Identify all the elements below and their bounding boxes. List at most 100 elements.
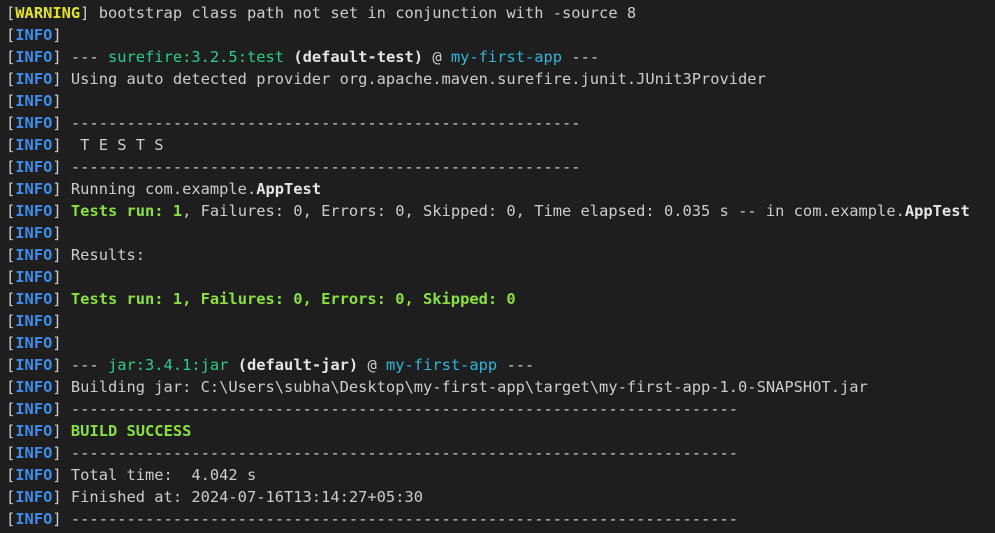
log-level-info: INFO — [15, 224, 53, 242]
status-text: BUILD SUCCESS — [70, 422, 192, 440]
terminal-line: [INFO] — [6, 222, 995, 244]
log-level-info: INFO — [15, 48, 53, 66]
log-text: ] Running com.example. — [52, 180, 257, 198]
log-text: [ — [6, 488, 16, 506]
log-text: ] --- — [52, 48, 108, 66]
emphasis-text: AppTest — [904, 202, 970, 220]
emphasis-text: AppTest — [256, 180, 322, 198]
log-text: ] — [52, 224, 62, 242]
plugin-goal: jar:3.4.1:jar — [107, 356, 229, 374]
terminal-line: [INFO] Using auto detected provider org.… — [6, 68, 995, 90]
log-text: [ — [6, 202, 16, 220]
terminal-line: [INFO] — [6, 332, 995, 354]
terminal-line: [INFO] --- jar:3.4.1:jar (default-jar) @… — [6, 354, 995, 376]
project-name: my-first-app — [386, 356, 498, 374]
log-level-info: INFO — [15, 114, 53, 132]
emphasis-text: (default-jar) — [237, 356, 359, 374]
log-level-info: INFO — [15, 510, 53, 528]
log-level-info: INFO — [15, 488, 53, 506]
log-text: [ — [6, 224, 16, 242]
log-text: [ — [6, 378, 16, 396]
terminal-line: [INFO] Tests run: 1, Failures: 0, Errors… — [6, 288, 995, 310]
log-level-info: INFO — [15, 444, 53, 462]
log-text: [ — [6, 180, 16, 198]
terminal-line: [INFO] BUILD SUCCESS — [6, 420, 995, 442]
log-text: [ — [6, 444, 16, 462]
log-level-info: INFO — [15, 70, 53, 88]
log-text: [ — [6, 334, 16, 352]
log-text: [ — [6, 70, 16, 88]
log-text: [ — [6, 268, 16, 286]
log-level-info: INFO — [15, 158, 53, 176]
log-text: ] T E S T S — [52, 136, 164, 154]
log-level-info: INFO — [15, 180, 53, 198]
log-text: [ — [6, 114, 16, 132]
log-text: [ — [6, 4, 16, 22]
log-level-info: INFO — [15, 92, 53, 110]
log-text: [ — [6, 290, 16, 308]
log-level-info: INFO — [15, 202, 53, 220]
log-text: ] — [52, 202, 71, 220]
log-text: ] Results: — [52, 246, 146, 264]
log-text: ] — [52, 290, 71, 308]
terminal-line: [INFO] Results: — [6, 244, 995, 266]
log-text: ] — [52, 92, 62, 110]
log-text: ] Finished at: 2024-07-16T13:14:27+05:30 — [52, 488, 423, 506]
log-level-info: INFO — [15, 378, 53, 396]
emphasis-text: (default-test) — [293, 48, 424, 66]
project-name: my-first-app — [450, 48, 563, 66]
terminal-line: [INFO] Running com.example.AppTest — [6, 178, 995, 200]
terminal-line: [WARNING] bootstrap class path not set i… — [6, 2, 995, 24]
log-text: [ — [6, 246, 16, 264]
terminal-line: [INFO] ---------------------------------… — [6, 156, 995, 178]
log-text: [ — [6, 26, 16, 44]
status-text: Tests run: 1, Failures: 0, Errors: 0, Sk… — [70, 290, 516, 308]
log-text: ] --------------------------------------… — [52, 114, 581, 132]
terminal-line: [INFO] Building jar: C:\Users\subha\Desk… — [6, 376, 995, 398]
log-text: ] --------------------------------------… — [52, 158, 581, 176]
log-text: [ — [6, 400, 16, 418]
log-level-info: INFO — [15, 334, 53, 352]
log-text: ] — [52, 422, 71, 440]
log-text: , Failures: 0, Errors: 0, Skipped: 0, Ti… — [182, 202, 905, 220]
log-text: ] bootstrap class path not set in conjun… — [80, 4, 637, 22]
terminal-line: [INFO] --- surefire:3.2.5:test (default-… — [6, 46, 995, 68]
log-text: [ — [6, 136, 16, 154]
terminal-line: [INFO] — [6, 266, 995, 288]
terminal-line: [INFO] T E S T S — [6, 134, 995, 156]
log-text: ] --- — [52, 356, 108, 374]
log-text: ] — [52, 334, 62, 352]
log-level-info: INFO — [15, 422, 53, 440]
log-text: ] --------------------------------------… — [52, 510, 739, 528]
terminal-line: [INFO] — [6, 310, 995, 332]
log-text: ] Using auto detected provider org.apach… — [52, 70, 766, 88]
status-text: Tests run: 1 — [70, 202, 183, 220]
log-text: @ — [423, 48, 451, 66]
log-level-warning: WARNING — [15, 4, 81, 22]
log-text: [ — [6, 510, 16, 528]
log-text: ] Total time: 4.042 s — [52, 466, 257, 484]
log-text: [ — [6, 158, 16, 176]
log-level-info: INFO — [15, 466, 53, 484]
terminal-line: [INFO] — [6, 90, 995, 112]
log-text: ] --------------------------------------… — [52, 400, 739, 418]
log-text: --- — [562, 48, 600, 66]
plugin-goal: surefire:3.2.5:test — [107, 48, 285, 66]
log-level-info: INFO — [15, 290, 53, 308]
terminal-line: [INFO] ---------------------------------… — [6, 398, 995, 420]
log-text: [ — [6, 312, 16, 330]
log-text: [ — [6, 422, 16, 440]
log-text: [ — [6, 48, 16, 66]
log-text: ] Building jar: C:\Users\subha\Desktop\m… — [52, 378, 868, 396]
terminal-line: [INFO] Total time: 4.042 s — [6, 464, 995, 486]
log-level-info: INFO — [15, 400, 53, 418]
log-level-info: INFO — [15, 356, 53, 374]
log-level-info: INFO — [15, 26, 53, 44]
terminal-line: [INFO] Finished at: 2024-07-16T13:14:27+… — [6, 486, 995, 508]
terminal-line: [INFO] — [6, 24, 995, 46]
terminal-output[interactable]: [WARNING] bootstrap class path not set i… — [0, 0, 995, 533]
log-level-info: INFO — [15, 268, 53, 286]
log-text: --- — [497, 356, 535, 374]
